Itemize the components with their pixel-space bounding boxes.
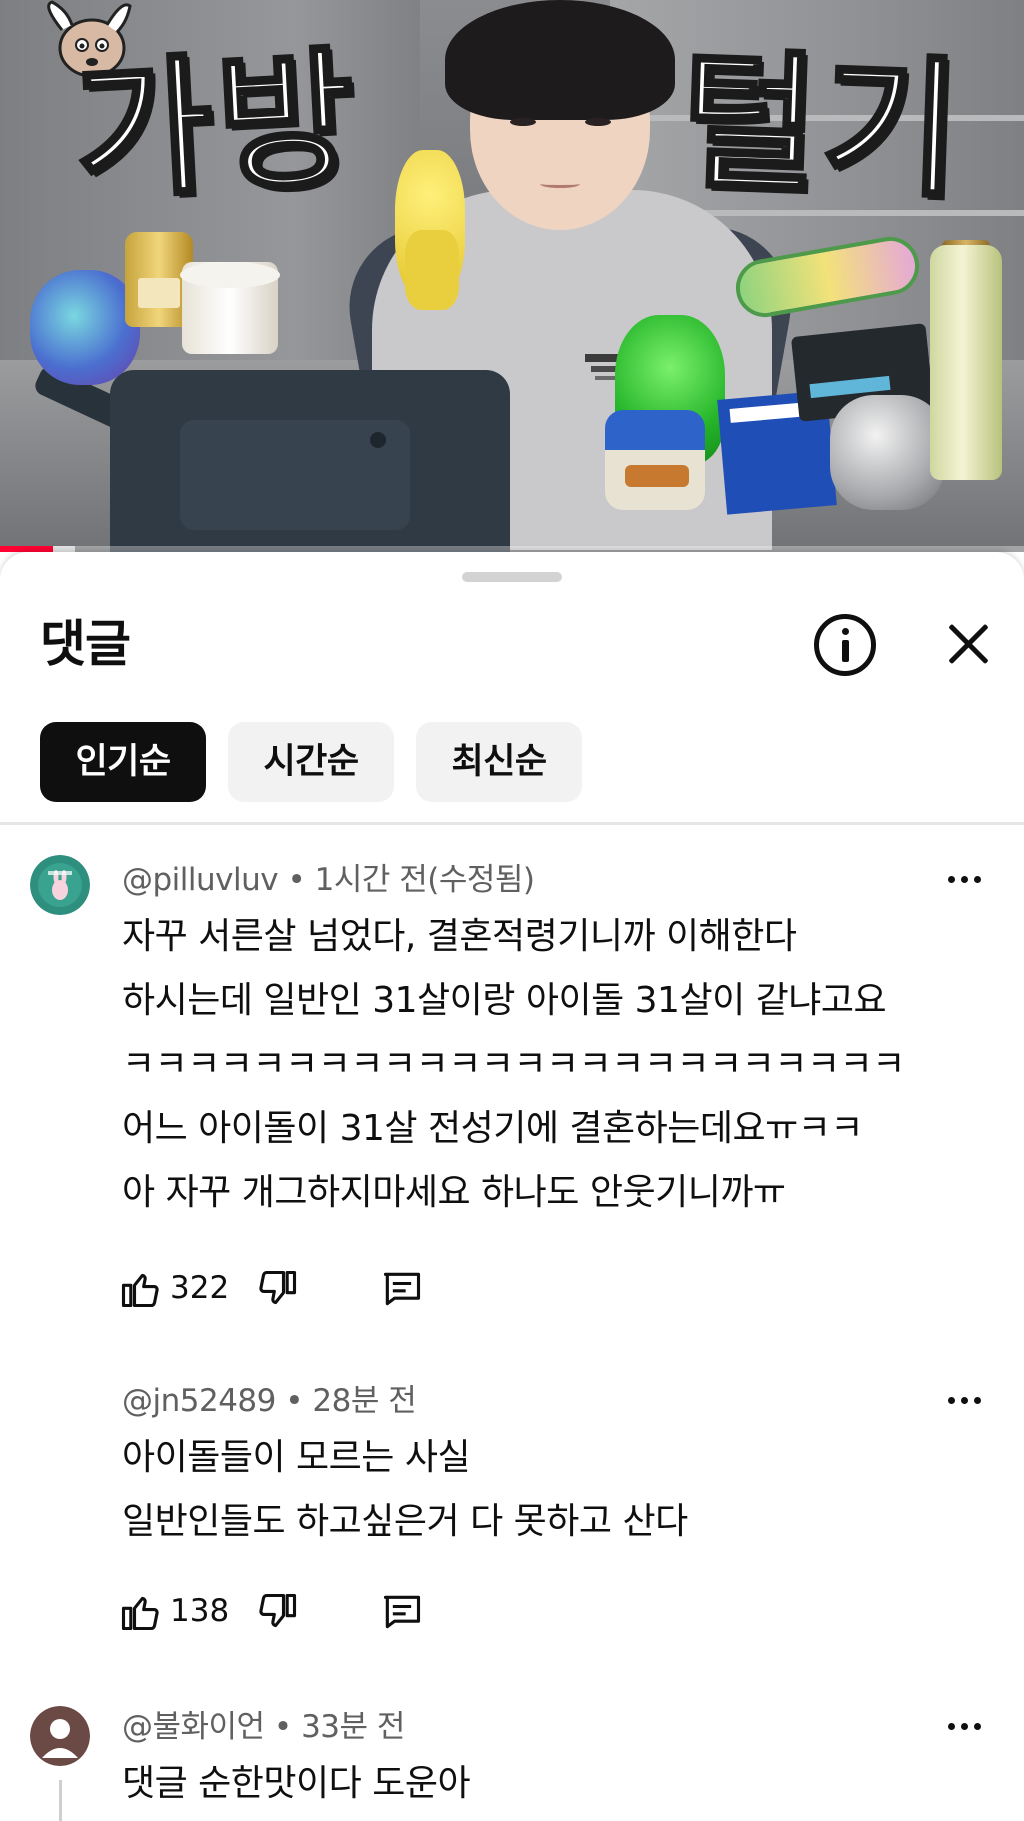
thumbs-down-icon[interactable] — [256, 1590, 300, 1634]
cream-jar-lid — [180, 262, 280, 288]
avatar-image — [30, 1706, 90, 1766]
comment-text: 아이돌들이 모르는 사실 일반인들도 하고싶은거 다 못하고 산다 — [122, 1437, 688, 1542]
comment-meta[interactable]: @jn52489 • 28분 전 — [122, 1381, 417, 1421]
thumbs-up-icon[interactable] — [118, 1267, 162, 1311]
thumbs-down-icon[interactable] — [256, 1267, 300, 1311]
avatar[interactable] — [30, 855, 90, 915]
yellow-monster-body — [405, 230, 459, 310]
sheet-title: 댓글 — [40, 615, 131, 673]
divider — [0, 822, 1024, 825]
more-vert-icon[interactable] — [946, 1708, 982, 1744]
comment-meta[interactable]: @pilluvluv • 1시간 전(수정됨) — [122, 860, 535, 900]
more-vert-icon[interactable] — [946, 861, 982, 897]
sort-chip-popular[interactable]: 인기순 — [40, 722, 206, 802]
info-icon[interactable] — [814, 614, 876, 676]
person-eye — [510, 118, 536, 126]
comment-meta[interactable]: @불화이언 • 33분 전 — [122, 1707, 405, 1747]
perfume-bottle — [930, 245, 1002, 480]
thread-line — [59, 1780, 62, 1821]
sanitizer-label — [138, 278, 180, 308]
comment-text: 자꾸 서른살 넘었다, 결혼적령기니까 이해한다 하시는데 일반인 31살이랑 … — [122, 916, 905, 1213]
silver-earbuds-case — [830, 395, 945, 510]
more-vert-icon[interactable] — [946, 1382, 982, 1418]
close-icon[interactable] — [940, 616, 996, 672]
blue-monster-keychain — [30, 270, 140, 385]
person-hair — [445, 0, 675, 120]
vaseline-tin — [605, 410, 705, 510]
person-mouth — [540, 180, 580, 188]
avatar-image — [30, 855, 90, 915]
sort-chip-newest[interactable]: 최신순 — [416, 722, 582, 802]
comments-sheet: 댓글 인기순 시간순 최신순 @pilluvluv • 1시간 전(수정됨) 자… — [0, 552, 1024, 1821]
comment-actions: 138 — [118, 1586, 718, 1636]
drag-handle[interactable] — [462, 572, 562, 582]
thumbs-up-icon[interactable] — [118, 1590, 162, 1634]
like-count: 138 — [170, 1593, 230, 1629]
reply-icon[interactable] — [380, 1267, 424, 1311]
video-title-overlay-left: 가방 — [69, 31, 366, 224]
sort-chip-time[interactable]: 시간순 — [228, 722, 394, 802]
bag-snap-button — [370, 432, 386, 448]
sort-chips: 인기순 시간순 최신순 — [40, 722, 582, 802]
youtube-comments-screen: 가방 털기 댓글 인기순 시간순 최신순 @pilluvluv • 1시간 전(… — [0, 0, 1024, 1821]
avatar[interactable] — [30, 1706, 90, 1766]
reply-icon[interactable] — [380, 1590, 424, 1634]
vaseline-label — [625, 465, 689, 487]
person-eye — [585, 118, 611, 126]
video-title-overlay-right: 털기 — [675, 33, 969, 221]
like-count: 322 — [170, 1270, 230, 1306]
comment-text: 댓글 순한맛이다 도운아 — [122, 1763, 471, 1804]
comment-actions: 322 — [118, 1263, 718, 1313]
video-player[interactable]: 가방 털기 — [0, 0, 1024, 552]
